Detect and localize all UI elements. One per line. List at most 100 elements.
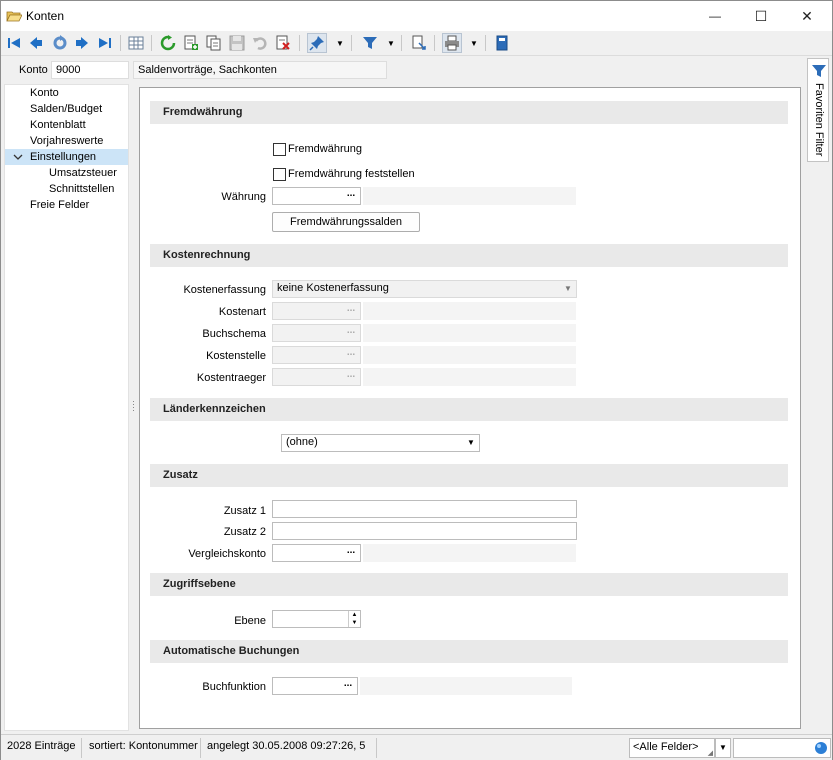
reload-button[interactable] xyxy=(158,33,178,53)
sort-status: sortiert: Kontonummer xyxy=(89,740,198,752)
tree-item-konto[interactable]: Konto xyxy=(30,85,59,101)
waehrung-label: Währung xyxy=(221,191,266,203)
waehrung-lookup-button[interactable]: ... xyxy=(342,188,360,204)
tree-item-freie-felder[interactable]: Freie Felder xyxy=(30,197,89,213)
fremdwaehrung-checkbox[interactable] xyxy=(273,143,286,156)
previous-record-button[interactable] xyxy=(26,33,46,53)
field-filter-select[interactable]: <Alle Felder> ◢ xyxy=(629,738,715,758)
zusatz1-label: Zusatz 1 xyxy=(223,505,266,517)
status-separator xyxy=(200,738,201,758)
delete-document-icon xyxy=(276,35,290,50)
kostentraeger-field: ... xyxy=(272,368,361,386)
fremdwaehrung-checkbox-label[interactable]: Fremdwährung xyxy=(288,143,362,155)
tree-item-label: Einstellungen xyxy=(30,151,97,163)
minimize-icon: — xyxy=(709,9,721,23)
spin-up-icon[interactable]: ▲ xyxy=(349,611,360,619)
buchfunktion-label: Buchfunktion xyxy=(202,681,266,693)
buchfunktion-lookup-button[interactable]: ... xyxy=(339,678,357,694)
toolbar-separator xyxy=(485,35,486,51)
section-header-laenderkennzeichen: Länderkennzeichen xyxy=(150,398,788,421)
status-separator xyxy=(81,738,82,758)
laenderkennzeichen-select[interactable]: (ohne) ▼ xyxy=(281,434,480,452)
tree-item-schnittstellen[interactable]: Schnittstellen xyxy=(49,181,114,197)
settings-panel: Fremdwährung Fremdwährung Fremdwährung f… xyxy=(139,87,801,729)
laenderkennzeichen-value: (ohne) xyxy=(286,436,318,448)
toolbar-separator xyxy=(401,35,402,51)
kostenstelle-description xyxy=(363,346,576,364)
kostentraeger-label: Kostentraeger xyxy=(196,372,266,384)
table-view-button[interactable] xyxy=(126,33,146,53)
kostenart-lookup-button: ... xyxy=(346,303,356,314)
folder-open-icon xyxy=(6,11,22,22)
vergleichskonto-label: Vergleichskonto xyxy=(188,548,266,560)
spin-down-icon[interactable]: ▼ xyxy=(349,619,360,627)
print-dropdown[interactable]: ▼ xyxy=(468,33,480,53)
tree-item-umsatzsteuer[interactable]: Umsatzsteuer xyxy=(49,165,117,181)
last-record-button[interactable] xyxy=(95,33,115,53)
ebene-spinner[interactable]: ▲ ▼ xyxy=(272,610,361,628)
kostenerfassung-select[interactable]: keine Kostenerfassung ▼ xyxy=(272,280,577,298)
buchfunktion-field[interactable]: ... xyxy=(272,677,358,695)
copy-record-button[interactable] xyxy=(204,33,224,53)
zusatz1-input[interactable] xyxy=(272,500,577,518)
favoriten-filter-tab[interactable]: Favoriten Filter xyxy=(807,58,829,162)
kostentraeger-description xyxy=(363,368,576,386)
kostenart-label: Kostenart xyxy=(218,306,266,318)
toolbar-separator xyxy=(151,35,152,51)
fremdwaehrung-feststellen-checkbox[interactable] xyxy=(273,168,286,181)
status-bar: 2028 Einträge sortiert: Kontonummer ange… xyxy=(1,734,832,760)
pin-button[interactable] xyxy=(307,33,327,53)
buchfunktion-description xyxy=(360,677,572,695)
chevron-down-icon[interactable] xyxy=(13,151,23,167)
toolbar-separator xyxy=(299,35,300,51)
export-button[interactable] xyxy=(408,33,428,53)
next-record-button[interactable] xyxy=(72,33,92,53)
buchschema-description xyxy=(363,324,576,342)
refresh-record-button[interactable] xyxy=(50,33,70,53)
pin-dropdown[interactable]: ▼ xyxy=(334,33,346,53)
new-record-button[interactable] xyxy=(181,33,201,53)
globe-search-icon[interactable] xyxy=(814,741,828,755)
fremdwaehrung-feststellen-label[interactable]: Fremdwährung feststellen xyxy=(288,168,415,180)
vergleichskonto-field[interactable]: ... xyxy=(272,544,361,562)
dropdown-arrow-icon: ▼ xyxy=(387,38,395,48)
filter-dropdown[interactable]: ▼ xyxy=(385,33,397,53)
close-button[interactable]: ✕ xyxy=(784,1,830,31)
filter-icon xyxy=(812,65,826,77)
tree-item-einstellungen[interactable]: Einstellungen xyxy=(5,149,128,165)
splitter-handle[interactable] xyxy=(132,399,135,415)
status-separator xyxy=(376,738,377,758)
calculator-icon xyxy=(496,35,508,51)
maximize-button[interactable]: ☐ xyxy=(738,1,784,31)
save-record-button[interactable] xyxy=(227,33,247,53)
delete-record-button[interactable] xyxy=(273,33,293,53)
field-filter-dropdown[interactable]: ▼ xyxy=(715,738,731,758)
section-header-zugriffsebene: Zugriffsebene xyxy=(150,573,788,596)
tree-item-vorjahreswerte[interactable]: Vorjahreswerte xyxy=(30,133,103,149)
minimize-button[interactable]: — xyxy=(692,1,738,31)
ebene-label: Ebene xyxy=(234,615,266,627)
waehrung-field[interactable]: ... xyxy=(272,187,361,205)
favoriten-filter-label: Favoriten Filter xyxy=(813,83,825,157)
zusatz2-input[interactable] xyxy=(272,522,577,540)
konto-label: Konto xyxy=(19,64,48,76)
tree-item-salden-budget[interactable]: Salden/Budget xyxy=(30,101,102,117)
kostenstelle-lookup-button: ... xyxy=(346,347,356,358)
export-icon xyxy=(412,35,426,50)
dropdown-arrow-icon: ▼ xyxy=(719,743,727,752)
filter-button[interactable] xyxy=(360,33,380,53)
calculator-button[interactable] xyxy=(492,33,512,53)
first-record-button[interactable] xyxy=(4,33,24,53)
vergleichskonto-description xyxy=(363,544,576,562)
undo-button[interactable] xyxy=(250,33,270,53)
konto-description: Saldenvorträge, Sachkonten xyxy=(133,61,387,79)
buchschema-label: Buchschema xyxy=(202,328,266,340)
navigation-tree: Konto Salden/Budget Kontenblatt Vorjahre… xyxy=(4,84,129,731)
vergleichskonto-lookup-button[interactable]: ... xyxy=(342,545,360,561)
fremdwaehrungssalden-button[interactable]: Fremdwährungssalden xyxy=(272,212,420,232)
print-button[interactable] xyxy=(442,33,462,53)
konto-number-field[interactable]: 9000 xyxy=(51,61,129,79)
tree-item-kontenblatt[interactable]: Kontenblatt xyxy=(30,117,86,133)
ebene-spin-buttons[interactable]: ▲ ▼ xyxy=(348,611,360,627)
quick-search-input[interactable] xyxy=(733,738,831,758)
